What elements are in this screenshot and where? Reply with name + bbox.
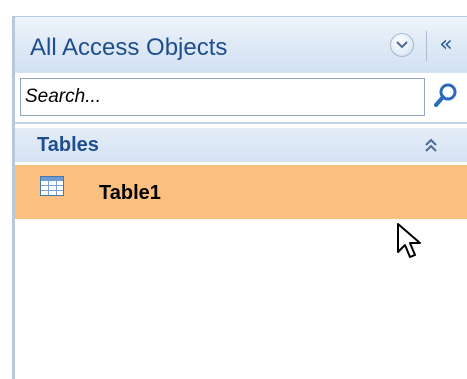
- shutter-collapse-button[interactable]: «: [430, 29, 462, 61]
- search-icon[interactable]: [433, 81, 459, 111]
- group-header-tables[interactable]: Tables: [15, 128, 467, 162]
- mouse-pointer-icon: [396, 222, 424, 264]
- search-input[interactable]: [25, 86, 415, 108]
- list-item-table1[interactable]: Table1: [15, 165, 467, 219]
- search-box[interactable]: [20, 78, 425, 116]
- divider: [15, 122, 467, 124]
- double-chevron-up-icon[interactable]: [421, 136, 441, 156]
- header-separator: [426, 31, 427, 61]
- navigation-pane: All Access Objects « Tables: [0, 0, 467, 379]
- chevron-down-circle-icon[interactable]: [390, 33, 414, 57]
- group-label: Tables: [37, 134, 99, 156]
- table-icon: [40, 176, 64, 196]
- nav-pane-title[interactable]: All Access Objects: [30, 34, 227, 62]
- search-bar: [15, 73, 467, 120]
- top-band: [0, 0, 467, 10]
- nav-pane-header[interactable]: All Access Objects «: [15, 16, 467, 74]
- list-item-label: Table1: [99, 182, 161, 204]
